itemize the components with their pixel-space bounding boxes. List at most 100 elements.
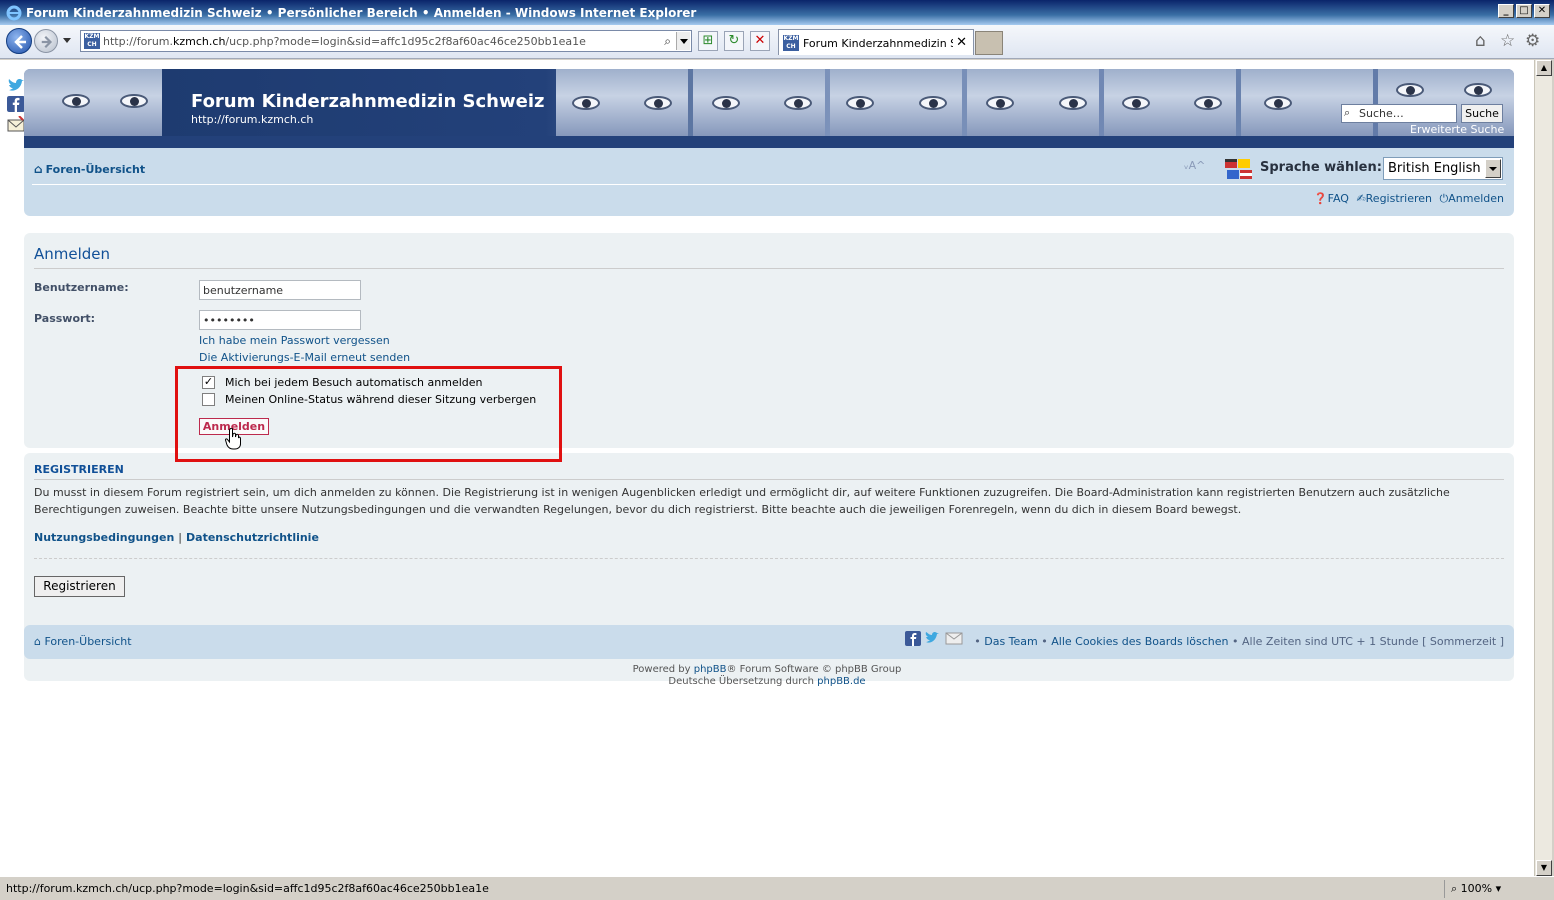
zoom-value: 100% [1460, 882, 1493, 895]
password-input[interactable]: •••••••• [199, 310, 361, 330]
header-eye-image [572, 96, 600, 110]
footer-nav: ⌂ Foren-Übersicht • Das Team • Alle Cook… [24, 625, 1514, 659]
quicklinks: ❓FAQ ✍Registrieren ⏻Anmelden [1310, 192, 1504, 206]
address-url-prefix: http://forum. [103, 35, 174, 48]
copyright: Powered by phpBB® Forum Software © phpBB… [0, 664, 1534, 688]
language-select[interactable]: British English [1383, 157, 1503, 180]
register-link[interactable]: Registrieren [1366, 192, 1432, 205]
powered-suffix: ® Forum Software © phpBB Group [726, 664, 902, 675]
divider [34, 479, 1504, 480]
search-input[interactable]: ⌕ Suche… [1341, 104, 1457, 123]
compatibility-view-icon[interactable]: ⊞ [698, 31, 718, 51]
delete-cookies-link[interactable]: Alle Cookies des Boards löschen [1051, 635, 1228, 648]
header-eye-image [784, 96, 812, 110]
address-bar[interactable]: KZM CH http://forum.kzmch.ch/ucp.php?mod… [80, 30, 692, 52]
arrow-left-icon [14, 35, 26, 49]
username-label: Benutzername: [34, 281, 129, 294]
register-icon: ✍ [1356, 192, 1366, 205]
refresh-icon[interactable]: ↻ [724, 31, 744, 51]
dashed-divider [34, 558, 1504, 559]
forgot-password-link[interactable]: Ich habe mein Passwort vergessen [199, 334, 390, 347]
home-icon[interactable]: ⌂ [1475, 31, 1486, 51]
password-label: Passwort: [34, 312, 96, 325]
language-flags-icon [1225, 159, 1252, 179]
power-icon: ⏻ [1439, 192, 1449, 205]
powered-by-line: Powered by phpBB® Forum Software © phpBB… [0, 664, 1534, 676]
status-bar: http://forum.kzmch.ch/ucp.php?mode=login… [0, 876, 1554, 900]
address-url[interactable]: http://forum.kzmch.ch/ucp.php?mode=login… [103, 35, 586, 48]
twitter-icon[interactable] [7, 78, 25, 94]
browser-tab[interactable]: KZM CH Forum Kinderzahnmedizin Sc... ✕ [778, 29, 974, 55]
header-eye-image [919, 96, 947, 110]
register-button[interactable]: Registrieren [34, 576, 125, 597]
faq-link[interactable]: FAQ [1328, 192, 1349, 205]
scroll-down-icon[interactable]: ▼ [1536, 860, 1552, 876]
search-button[interactable]: Suche [1461, 104, 1503, 123]
tab-favicon-icon: KZM CH [783, 35, 799, 51]
window-title: Forum Kinderzahnmedizin Schweiz • Persön… [26, 5, 697, 20]
translation-line: Deutsche Übersetzung durch phpBB.de [0, 676, 1534, 688]
language-label: Sprache wählen: [1260, 160, 1382, 175]
address-search-icon[interactable]: ⌕ [664, 34, 671, 49]
back-button[interactable] [6, 28, 32, 54]
browser-navbar: KZM CH http://forum.kzmch.ch/ucp.php?mod… [0, 25, 1554, 59]
zoom-icon: ⌕ [1451, 882, 1461, 895]
maximize-button[interactable]: □ [1516, 4, 1532, 18]
header-eye-image [986, 96, 1014, 110]
breadcrumb[interactable]: ⌂ Foren-Übersicht [34, 162, 145, 176]
terms-link[interactable]: Nutzungsbedingungen [34, 531, 174, 544]
vertical-scrollbar[interactable]: ▲ ▼ [1534, 60, 1552, 876]
forward-button[interactable] [34, 29, 58, 53]
footer-links: • Das Team • Alle Cookies des Boards lös… [974, 635, 1504, 648]
facebook-icon[interactable] [7, 96, 25, 112]
home-icon: ⌂ [34, 162, 43, 176]
resend-activation-link[interactable]: Die Aktivierungs-E-Mail erneut senden [199, 351, 410, 364]
header-eye-image [1059, 96, 1087, 110]
header-eye-image [1122, 96, 1150, 110]
language-selected-value: British English [1388, 161, 1481, 176]
forum-header: Forum Kinderzahnmedizin Schweiz http://f… [24, 69, 1514, 148]
tab-close-icon[interactable]: ✕ [956, 35, 967, 50]
minimize-button[interactable]: _ [1498, 4, 1514, 18]
header-photo [1241, 69, 1373, 136]
header-eye-image [846, 96, 874, 110]
address-dropdown-button[interactable] [676, 32, 690, 50]
header-eye-image [644, 96, 672, 110]
header-eye-image [1194, 96, 1222, 110]
site-title[interactable]: Forum Kinderzahnmedizin Schweiz [191, 91, 544, 112]
header-eye-image [120, 94, 148, 108]
footer-breadcrumb[interactable]: ⌂ Foren-Übersicht [34, 635, 132, 648]
stop-icon[interactable]: ✕ [750, 31, 770, 51]
privacy-link[interactable]: Datenschutzrichtlinie [186, 531, 319, 544]
zoom-control[interactable]: ⌕ 100% ▾ [1444, 880, 1534, 898]
username-input[interactable]: benutzername [199, 280, 361, 300]
history-dropdown-icon[interactable] [63, 38, 71, 43]
header-eye-image [1396, 83, 1424, 97]
tools-gear-icon[interactable]: ⚙ [1525, 31, 1540, 51]
advanced-search-link[interactable]: Erweiterte Suche [1410, 123, 1504, 136]
header-eye-image [62, 94, 90, 108]
bullet: • [1041, 635, 1048, 648]
header-eye-image [712, 96, 740, 110]
new-tab-button[interactable] [975, 31, 1003, 55]
search-placeholder: Suche… [1359, 107, 1404, 120]
link-separator: | [178, 531, 183, 544]
phpbb-de-link[interactable]: phpBB.de [817, 676, 865, 687]
favorites-star-icon[interactable]: ☆ [1500, 31, 1515, 51]
footer-breadcrumb-label: Foren-Übersicht [44, 635, 132, 648]
close-window-button[interactable]: ✕ [1534, 4, 1550, 18]
scroll-up-icon[interactable]: ▲ [1536, 60, 1552, 76]
login-link[interactable]: Anmelden [1448, 192, 1504, 205]
timezone-text: Alle Zeiten sind UTC + 1 Stunde [ Sommer… [1242, 635, 1504, 648]
window-titlebar: Forum Kinderzahnmedizin Schweiz • Persön… [0, 0, 1554, 25]
team-link[interactable]: Das Team [984, 635, 1038, 648]
phpbb-link[interactable]: phpBB [694, 664, 727, 675]
divider [34, 268, 1504, 269]
window-controls: _ □ ✕ [1498, 4, 1550, 18]
email-icon[interactable] [7, 116, 25, 132]
nav-panel: ⌂ Foren-Übersicht ᵥA^ Sprache wählen: Bri… [24, 148, 1514, 216]
home-icon: ⌂ [34, 635, 45, 648]
chevron-down-icon[interactable] [1485, 159, 1501, 178]
font-size-toggle[interactable]: ᵥA^ [1184, 159, 1205, 172]
translation-prefix: Deutsche Übersetzung durch [668, 676, 818, 687]
